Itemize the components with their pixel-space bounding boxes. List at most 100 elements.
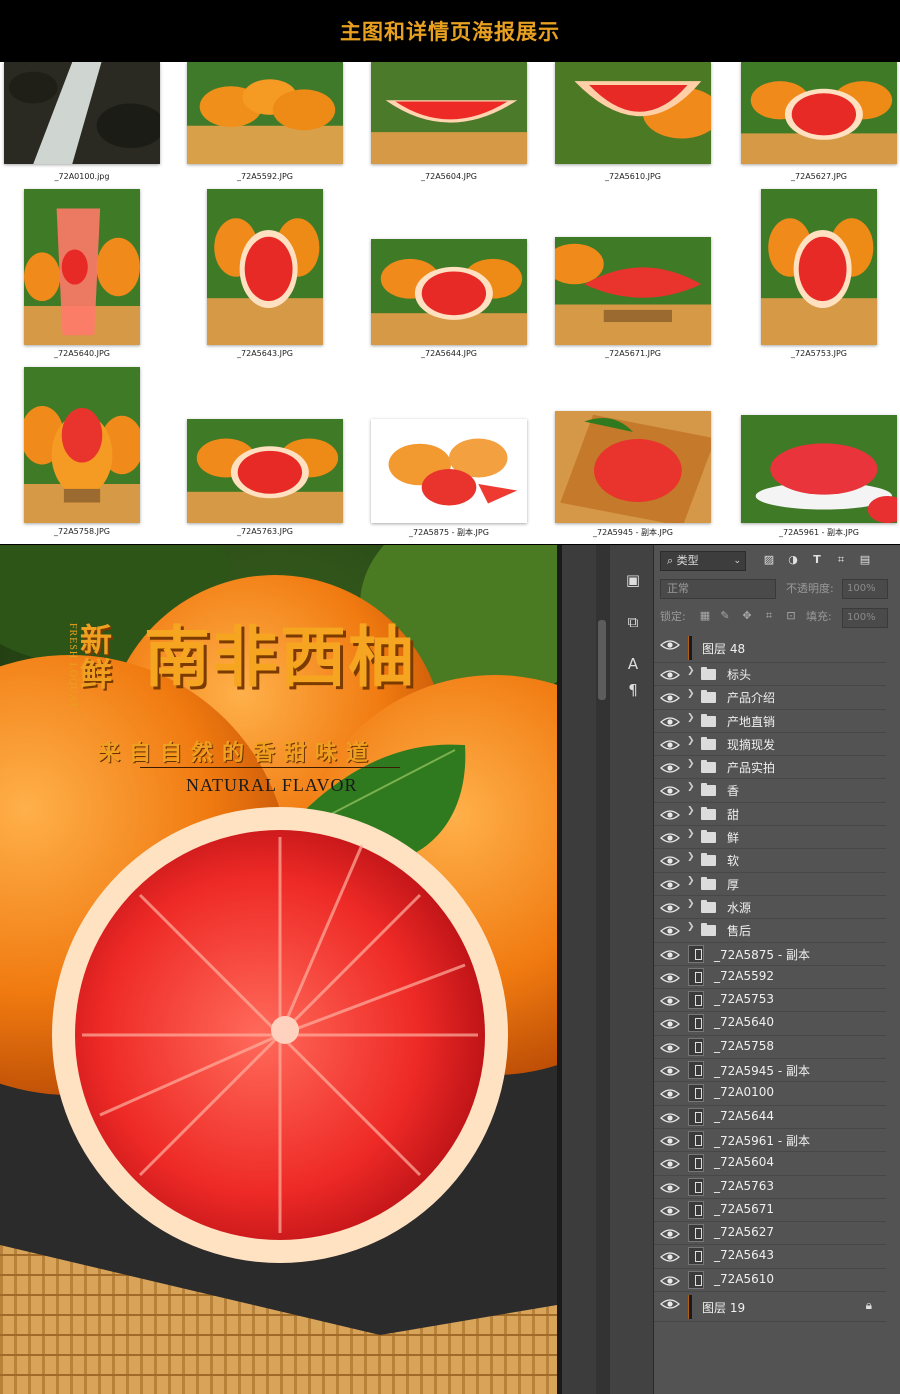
chevron-right-icon[interactable]: ❯: [687, 829, 695, 839]
layer-row[interactable]: ❯ 香: [654, 779, 886, 803]
layer-row[interactable]: ❯ 标头: [654, 663, 886, 687]
navigator-icon[interactable]: ⧉: [622, 611, 644, 633]
chevron-right-icon[interactable]: ❯: [687, 713, 695, 723]
eye-icon[interactable]: [660, 993, 680, 1007]
eye-icon[interactable]: [660, 1110, 680, 1124]
layer-row[interactable]: _72A5610: [654, 1268, 886, 1293]
eye-icon[interactable]: [660, 853, 680, 867]
chevron-right-icon[interactable]: ❯: [687, 876, 695, 886]
layer-row[interactable]: ❯ 现摘现发: [654, 732, 886, 757]
eye-icon[interactable]: [660, 760, 680, 774]
lock-transparency-icon[interactable]: ▦: [698, 609, 712, 623]
chevron-right-icon[interactable]: ❯: [687, 806, 695, 816]
thumbnail-image[interactable]: [555, 411, 711, 523]
paragraph-icon[interactable]: ¶: [622, 679, 644, 701]
layer-row[interactable]: _72A5875 - 副本: [654, 942, 886, 966]
gallery-item[interactable]: _72A5945 - 副本.JPG: [543, 365, 723, 543]
thumbnail-image[interactable]: [207, 189, 323, 345]
filter-shape-icon[interactable]: ⌗: [834, 553, 848, 567]
eye-icon[interactable]: [660, 690, 680, 704]
opacity-field[interactable]: 100%: [842, 579, 888, 599]
eye-icon[interactable]: [660, 1273, 680, 1287]
gallery-item[interactable]: _72A5753.JPG: [729, 187, 900, 365]
eye-icon[interactable]: [660, 714, 680, 728]
filter-type-icon[interactable]: T: [810, 553, 824, 567]
blend-mode-select[interactable]: 正常: [660, 579, 776, 599]
layer-row[interactable]: _72A5640: [654, 1012, 886, 1036]
thumbnail-image[interactable]: [187, 419, 343, 523]
eye-icon[interactable]: [660, 783, 680, 797]
gallery-item[interactable]: _72A5961 - 副本.JPG: [729, 365, 900, 543]
thumbnail-image[interactable]: [371, 419, 527, 523]
eye-icon[interactable]: [660, 1226, 680, 1240]
layer-row[interactable]: ❯ 厚: [654, 872, 886, 896]
filter-type-select[interactable]: ⌕ 类型 ⌄: [660, 551, 746, 571]
layer-row[interactable]: ❯ 产地直销: [654, 709, 886, 733]
gallery-item[interactable]: _72A5763.JPG: [175, 365, 355, 543]
gallery-item[interactable]: _72A5643.JPG: [175, 187, 355, 365]
eye-icon[interactable]: [660, 1016, 680, 1030]
lock-move-icon[interactable]: ✥: [740, 609, 754, 623]
eye-icon[interactable]: [660, 667, 680, 681]
fill-field[interactable]: 100%: [842, 608, 888, 628]
layer-row[interactable]: ❯ 水源: [654, 895, 886, 920]
character-icon[interactable]: A: [622, 653, 644, 675]
thumbnail-image[interactable]: [741, 415, 897, 523]
eye-icon[interactable]: [660, 1180, 680, 1194]
layer-row[interactable]: _72A5627: [654, 1222, 886, 1246]
filter-adjustment-icon[interactable]: ◑: [786, 553, 800, 567]
thumbnail-image[interactable]: [24, 189, 140, 345]
eye-icon[interactable]: [660, 947, 680, 961]
layer-row[interactable]: 图层 48: [654, 633, 886, 663]
layer-row[interactable]: ❯ 鲜: [654, 826, 886, 850]
gallery-item[interactable]: _72A5671.JPG: [543, 187, 723, 365]
library-icon[interactable]: ▣: [622, 569, 644, 591]
gallery-item[interactable]: _72A5640.JPG: [0, 187, 172, 365]
layer-row[interactable]: _72A0100: [654, 1082, 886, 1106]
eye-icon[interactable]: [660, 1086, 680, 1100]
layer-row[interactable]: _72A5643: [654, 1245, 886, 1269]
chevron-right-icon[interactable]: ❯: [687, 666, 695, 676]
thumbnail-image[interactable]: [371, 62, 527, 164]
eye-icon[interactable]: [660, 923, 680, 937]
layer-row[interactable]: 图层 19 🔒︎: [654, 1292, 886, 1323]
thumbnail-image[interactable]: [555, 62, 711, 164]
eye-icon[interactable]: [660, 1203, 680, 1217]
eye-icon[interactable]: [660, 877, 680, 891]
thumbnail-image[interactable]: [555, 237, 711, 345]
thumbnail-image[interactable]: [761, 189, 877, 345]
eye-icon[interactable]: [660, 737, 680, 751]
thumbnail-image[interactable]: [371, 239, 527, 345]
layer-row[interactable]: _72A5763: [654, 1175, 886, 1199]
chevron-right-icon[interactable]: ❯: [687, 736, 695, 746]
thumbnail-image[interactable]: [741, 62, 897, 164]
lock-brush-icon[interactable]: ✎: [718, 609, 732, 623]
layer-row[interactable]: _72A5758: [654, 1035, 886, 1060]
lock-all-icon[interactable]: ⊡: [784, 609, 798, 623]
chevron-right-icon[interactable]: ❯: [687, 852, 695, 862]
layer-row[interactable]: ❯ 产品实拍: [654, 756, 886, 780]
eye-icon[interactable]: [660, 830, 680, 844]
filter-smart-object-icon[interactable]: ▤: [858, 553, 872, 567]
filter-pixel-icon[interactable]: ▨: [762, 553, 776, 567]
eye-icon[interactable]: [660, 1040, 680, 1054]
layer-row[interactable]: _72A5945 - 副本: [654, 1059, 886, 1083]
eye-icon[interactable]: [660, 637, 680, 651]
layer-row[interactable]: _72A5644: [654, 1105, 886, 1129]
eye-icon[interactable]: [660, 807, 680, 821]
thumbnail-image[interactable]: [187, 62, 343, 164]
layer-row[interactable]: _72A5671: [654, 1198, 886, 1223]
lock-artboard-icon[interactable]: ⌗: [762, 609, 776, 623]
vertical-scrollbar[interactable]: [598, 620, 606, 700]
gallery-item[interactable]: _72A5644.JPG: [359, 187, 539, 365]
eye-icon[interactable]: [660, 970, 680, 984]
layer-row[interactable]: _72A5592: [654, 965, 886, 990]
layer-row[interactable]: ❯ 甜: [654, 802, 886, 827]
eye-icon[interactable]: [660, 1249, 680, 1263]
chevron-right-icon[interactable]: ❯: [687, 922, 695, 932]
gallery-item[interactable]: _72A5875 - 副本.JPG: [359, 365, 539, 543]
layer-row[interactable]: ❯ 产品介绍: [654, 686, 886, 710]
thumbnail-image[interactable]: [24, 367, 140, 523]
chevron-right-icon[interactable]: ❯: [687, 759, 695, 769]
chevron-right-icon[interactable]: ❯: [687, 899, 695, 909]
